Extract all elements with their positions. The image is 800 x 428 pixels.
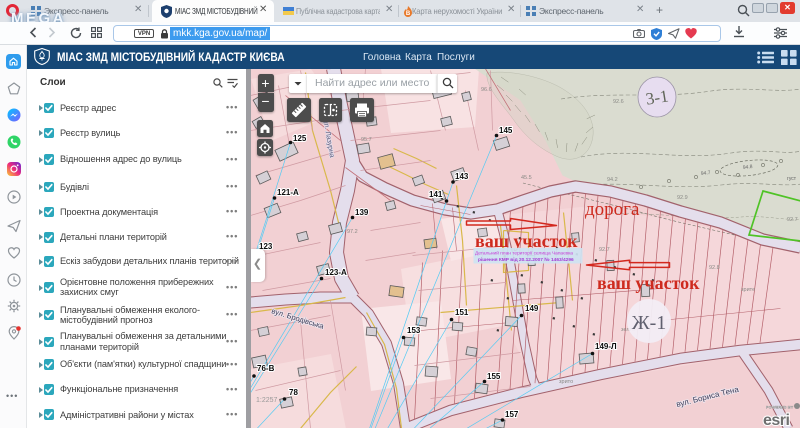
svg-text:POWERED BY: POWERED BY [766,404,794,409]
svg-text:96.6: 96.6 [481,87,492,93]
svg-text:рішення КМР від 20.12.2007 № 1: рішення КМР від 20.12.2007 № 1463/4296 [478,257,574,263]
svg-text:92.7: 92.7 [599,247,610,253]
svg-text:Ж-1: Ж-1 [631,312,666,334]
svg-text:141: 141 [429,190,443,199]
svg-text:esri: esri [763,412,790,428]
svg-text:157: 157 [505,410,519,419]
svg-text:125: 125 [293,134,307,143]
svg-text:1:2257: 1:2257 [256,397,278,404]
svg-text:92.9: 92.9 [677,195,688,201]
svg-text:95.7: 95.7 [361,137,372,143]
svg-text:зрито: зрито [559,379,573,385]
svg-text:145: 145 [499,126,513,135]
svg-text:97.2: 97.2 [347,229,358,235]
svg-text:78: 78 [289,388,298,397]
svg-text:155: 155 [487,372,501,381]
svg-text:92.8: 92.8 [709,265,720,271]
svg-text:B: B [406,11,411,17]
svg-text:3-1: 3-1 [644,86,669,108]
svg-text:густ: густ [787,176,797,182]
svg-text:139: 139 [355,208,369,217]
svg-text:149: 149 [525,304,539,313]
svg-text:76-В: 76-В [257,364,275,373]
svg-text:зрите: зрите [741,287,755,293]
svg-text:45.5: 45.5 [521,175,532,181]
svg-text:92.7: 92.7 [787,217,798,223]
svg-text:153: 153 [407,326,421,335]
svg-text:дорога: дорога [585,199,640,220]
svg-text:149-Л: 149-Л [595,342,617,351]
svg-text:Детальний план території селищ: Детальний план території селища Чапаєвка [475,249,573,256]
svg-text:123-А: 123-А [325,268,347,277]
svg-text:ваш участок: ваш участок [597,273,700,293]
svg-text:151: 151 [455,308,469,317]
svg-text:143: 143 [455,172,469,181]
svg-text:94.2: 94.2 [607,177,618,183]
svg-text:94.8: 94.8 [742,163,753,170]
svg-text:94.7: 94.7 [700,169,711,176]
svg-text:121-А: 121-А [277,188,299,197]
svg-text:92.6: 92.6 [613,99,624,105]
